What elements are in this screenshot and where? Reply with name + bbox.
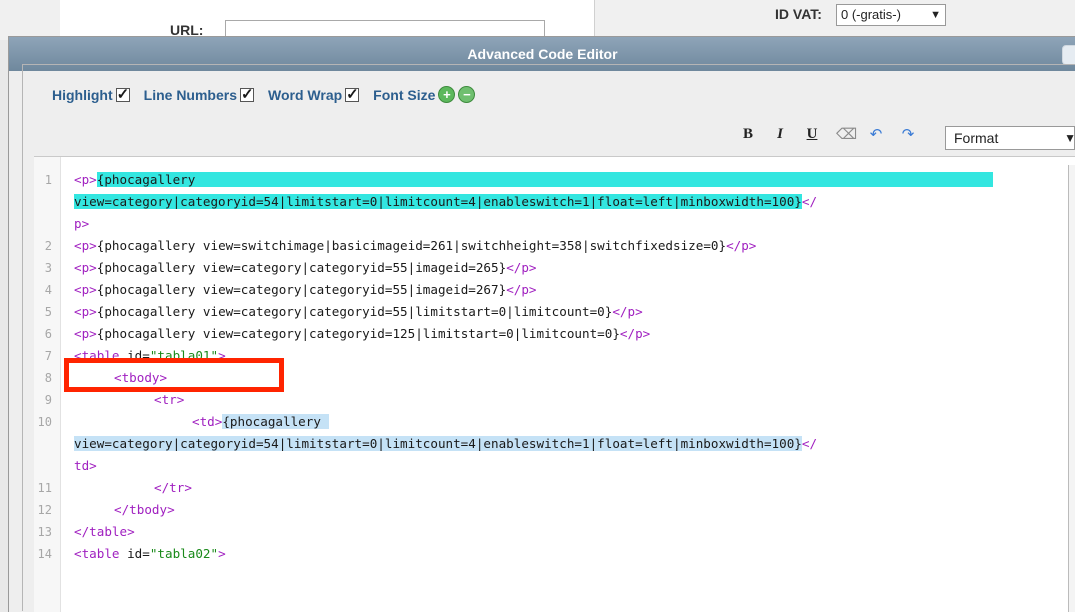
id-vat-value: 0 (-gratis-): [841, 7, 901, 22]
eraser-icon[interactable]: ⌫: [836, 125, 857, 143]
attr-value: "tabla02": [149, 546, 219, 561]
code-text: {phocagallery: [222, 414, 329, 429]
code-text: view=category|categoryid=54|limitstart=0…: [74, 194, 802, 209]
code-editor[interactable]: 1 <p>{phocagallery view=category|category…: [34, 156, 1075, 612]
code-line: 6 <p>{phocagallery view=category|category…: [34, 323, 1064, 345]
format-value: Format: [954, 130, 999, 146]
line-number: 3: [44, 261, 52, 275]
code-line: view=category|categoryid=54|limitstart=0…: [74, 436, 818, 451]
highlight-option[interactable]: Highlight: [52, 85, 130, 103]
line-numbers-option[interactable]: Line Numbers: [143, 85, 255, 103]
line-number: 11: [37, 481, 52, 495]
background-form: URL: ID VAT: 0 (-gratis-) ▼: [0, 0, 1075, 40]
code-line: p>: [74, 216, 90, 231]
line-number: 4: [44, 283, 52, 297]
italic-button[interactable]: I: [772, 126, 788, 143]
format-select[interactable]: Format ▼: [945, 126, 1075, 150]
format-toolbar: B I U ⌫ ↶ ↷: [740, 125, 916, 144]
code-text: {phocagallery view=switchimage|basicimag…: [96, 238, 727, 253]
code-text: {phocagallery view=category|categoryid=5…: [96, 260, 507, 275]
code-line: 10 <td>{phocagallery: [34, 411, 1064, 433]
font-size-increase-icon[interactable]: +: [438, 86, 456, 103]
code-line: 14 <table id="tabla02">: [34, 543, 1064, 565]
font-size-decrease-icon[interactable]: −: [458, 86, 476, 103]
annotation-highlight-box: [64, 358, 284, 392]
line-number: 14: [37, 547, 52, 561]
highlight-checkbox[interactable]: [115, 85, 130, 103]
line-number: 13: [37, 525, 52, 539]
word-wrap-checkbox[interactable]: [345, 85, 360, 103]
code-text: view=category|categoryid=54|limitstart=0…: [74, 436, 802, 451]
code-text: {phocagallery: [96, 172, 196, 187]
editor-scrollbar[interactable]: [1068, 165, 1075, 612]
options-fieldset-left-border: [22, 64, 23, 611]
line-number: 9: [44, 393, 52, 407]
code-text: {phocagallery view=category|categoryid=5…: [96, 282, 507, 297]
code-line: 11 </tr>: [34, 477, 1064, 499]
line-number: 12: [37, 503, 52, 517]
dialog-title: Advanced Code Editor: [467, 46, 618, 62]
line-number: 8: [44, 371, 52, 385]
bold-button[interactable]: B: [740, 126, 756, 143]
line-numbers-label: Line Numbers: [143, 86, 238, 103]
options-fieldset-border: [22, 64, 1075, 65]
chevron-down-icon: ▼: [1064, 131, 1075, 145]
line-number: 7: [44, 349, 52, 363]
code-line: 2 <p>{phocagallery view=switchimage|basic…: [34, 235, 1064, 257]
line-number: 10: [37, 415, 52, 429]
dialog-titlebar[interactable]: Advanced Code Editor: [9, 37, 1075, 71]
code-line: 9 <tr>: [34, 389, 1064, 411]
word-wrap-label: Word Wrap: [268, 86, 343, 103]
line-number: 6: [44, 327, 52, 341]
code-line: 12 </tbody>: [34, 499, 1064, 521]
id-vat-select[interactable]: 0 (-gratis-) ▼: [836, 4, 946, 26]
code-text: {phocagallery view=category|categoryid=5…: [96, 304, 613, 319]
word-wrap-option[interactable]: Word Wrap: [268, 85, 360, 103]
code-line: 1 <p>{phocagallery: [34, 169, 1064, 191]
undo-icon[interactable]: ↶: [868, 125, 884, 143]
line-number: 1: [44, 173, 52, 187]
code-line: td>: [74, 458, 97, 473]
redo-icon[interactable]: ↷: [900, 125, 916, 143]
code-line: 4 <p>{phocagallery view=category|category…: [34, 279, 1064, 301]
code-line: 3 <p>{phocagallery view=category|category…: [34, 257, 1064, 279]
code-line: 13 </table>: [34, 521, 1064, 543]
close-icon[interactable]: [1062, 45, 1075, 65]
editor-options: Highlight Line Numbers Word Wrap Font Si…: [44, 85, 484, 103]
font-size-option: Font Size + −: [373, 86, 476, 103]
font-size-label: Font Size: [373, 86, 436, 103]
code-text: {phocagallery view=category|categoryid=1…: [96, 326, 620, 341]
underline-button[interactable]: U: [804, 126, 820, 143]
code-line: 5 <p>{phocagallery view=category|category…: [34, 301, 1064, 323]
chevron-down-icon: ▼: [930, 9, 941, 21]
id-vat-label: ID VAT:: [775, 6, 822, 22]
line-number: 2: [44, 239, 52, 253]
code-line: view=category|categoryid=54|limitstart=0…: [74, 194, 818, 209]
highlight-label: Highlight: [52, 86, 113, 103]
line-numbers-checkbox[interactable]: [240, 85, 255, 103]
line-number: 5: [44, 305, 52, 319]
